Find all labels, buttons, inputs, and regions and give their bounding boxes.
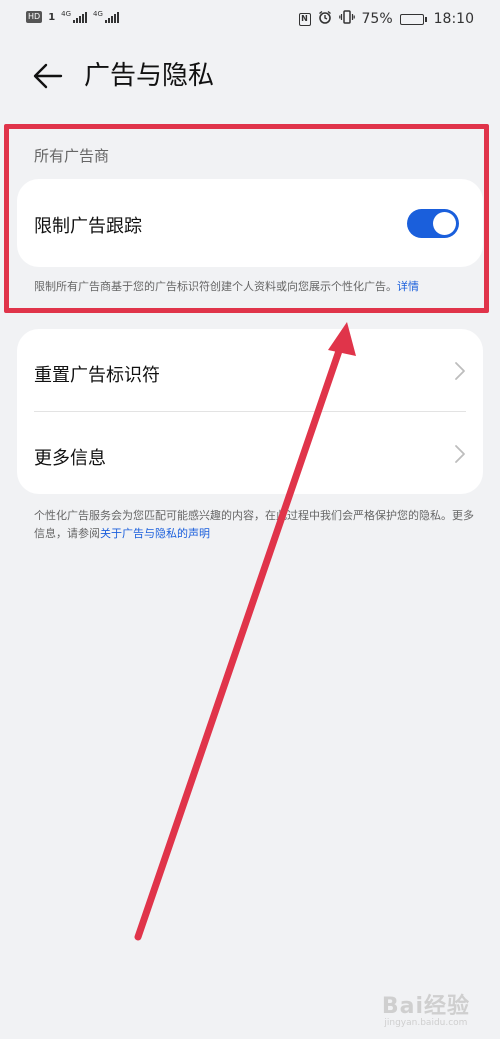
privacy-statement-link[interactable]: 关于广告与隐私的声明 [100,527,210,540]
sim-number: 1 [48,11,56,23]
status-left: HD 1 4G 4G [26,11,119,23]
back-button[interactable] [28,56,68,96]
battery-percent: 75% [361,11,393,27]
list-item-label: 更多信息 [34,448,106,469]
battery-icon [399,13,427,25]
alarm-icon [318,10,332,28]
options-card: 重置广告标识符 更多信息 [17,329,483,494]
status-right: N 75% 18:10 [298,10,474,28]
nfc-icon: N [298,12,311,26]
signal-icon: 4G [61,10,88,23]
signal-label: 4G [61,10,72,18]
chevron-right-icon [455,362,465,380]
list-item-label: 重置广告标识符 [34,365,160,386]
signal-icon: 4G [93,11,119,23]
watermark-url: jingyan.baidu.com [384,1018,468,1028]
more-info-row[interactable]: 更多信息 [17,412,483,494]
footer-note: 个性化广告服务会为您匹配可能感兴趣的内容，在此过程中我们会严格保护您的隐私。更多… [34,507,474,543]
page-title: 广告与隐私 [84,61,215,91]
status-bar: HD 1 4G 4G N 75% 18:10 [0,0,500,38]
hd-badge: HD [26,11,43,23]
watermark: Bai经验 jingyan.baidu.com [382,988,470,1028]
reset-ad-id-row[interactable]: 重置广告标识符 [17,329,483,411]
watermark-logo: Bai经验 [381,994,470,1019]
annotation-highlight-box [4,124,489,313]
back-arrow-icon [33,63,63,89]
signal-label: 4G [93,10,103,18]
clock: 18:10 [433,11,474,27]
vibrate-icon [338,10,355,28]
chevron-right-icon [455,445,465,463]
